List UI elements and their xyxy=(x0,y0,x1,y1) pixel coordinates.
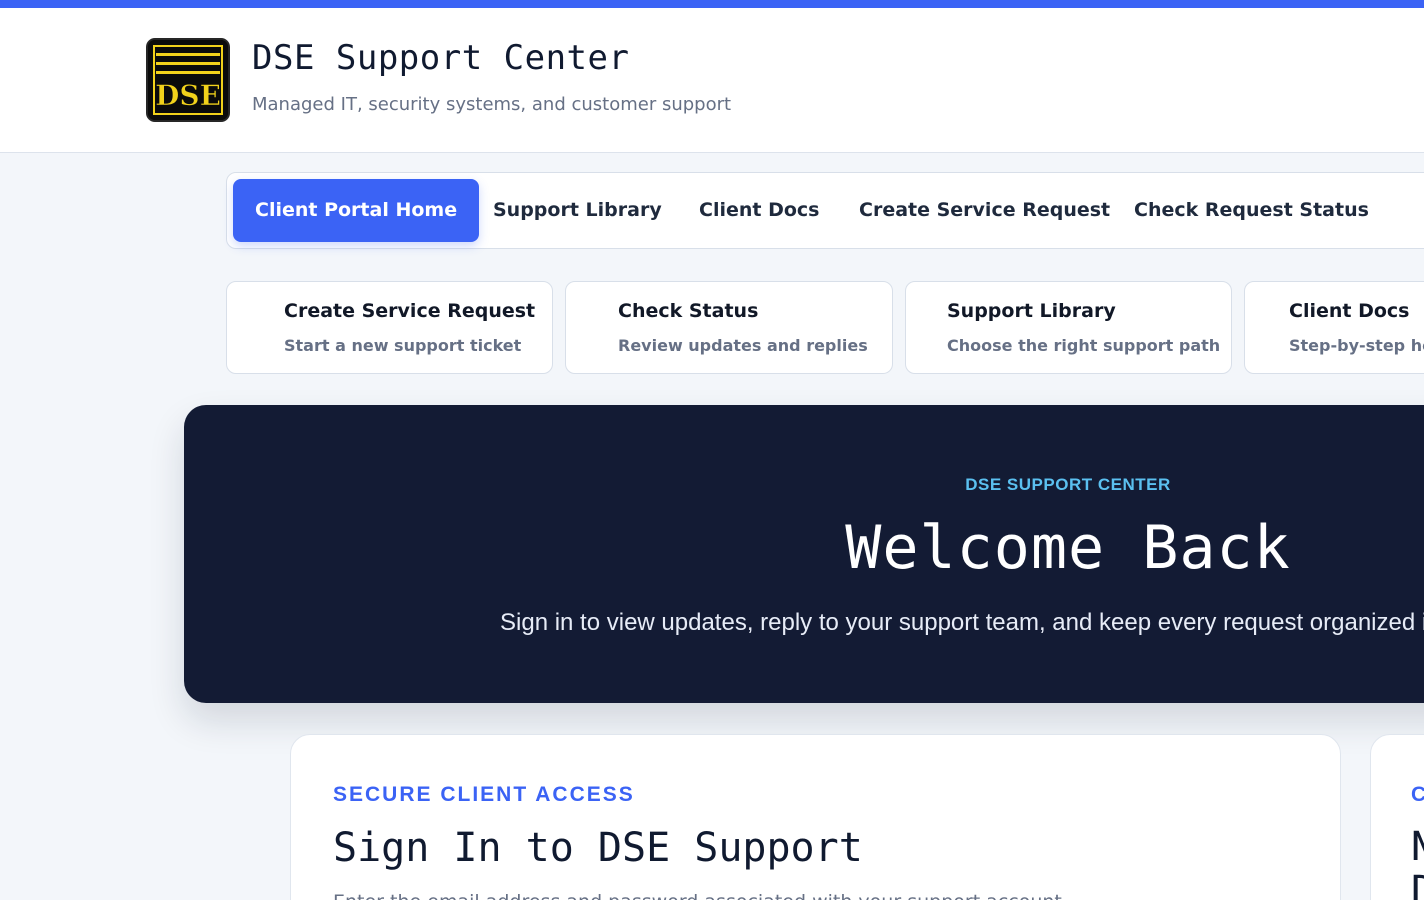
dse-logo-graphic: DSE xyxy=(148,40,228,120)
quick-link-subtitle: Start a new support ticket xyxy=(284,336,522,355)
hero-eyebrow: DSE SUPPORT CENTER xyxy=(965,475,1171,494)
signin-card: SECURE CLIENT ACCESS Sign In to DSE Supp… xyxy=(290,734,1341,900)
hero-banner: DSE SUPPORT CENTER Welcome Back Sign in … xyxy=(184,405,1424,703)
nav-client-portal-home[interactable]: Client Portal Home xyxy=(233,179,480,242)
nav-support-library[interactable]: Support Library xyxy=(471,179,684,242)
quick-link-subtitle: Review updates and replies xyxy=(618,336,868,355)
site-title: DSE Support Center xyxy=(252,38,630,78)
quick-link-subtitle: Step-by-step help xyxy=(1289,336,1424,355)
site-subtitle: Managed IT, security systems, and custom… xyxy=(252,94,732,115)
main-nav: Client Portal Home Support Library Clien… xyxy=(226,172,1424,249)
quick-link-subtitle: Choose the right support path xyxy=(947,336,1221,355)
quick-link-client-docs[interactable]: Client Docs Step-by-step help xyxy=(1244,281,1424,374)
logo-lettering: DSE xyxy=(155,79,221,112)
hero-subtitle: Sign in to view updates, reply to your s… xyxy=(500,609,1424,636)
site-header: DSE DSE Support Center Managed IT, secur… xyxy=(0,8,1424,153)
nav-client-docs[interactable]: Client Docs xyxy=(677,179,841,242)
quick-link-support-library[interactable]: Support Library Choose the right support… xyxy=(905,281,1232,374)
signin-title: Sign In to DSE Support xyxy=(333,825,863,871)
signin-eyebrow: SECURE CLIENT ACCESS xyxy=(333,783,635,806)
quick-link-title: Check Status xyxy=(618,300,759,322)
nav-create-service-request[interactable]: Create Service Request xyxy=(837,179,1132,242)
nav-check-request-status[interactable]: Check Request Status xyxy=(1112,179,1391,242)
page: DSE DSE Support Center Managed IT, secur… xyxy=(0,0,1424,900)
top-accent-bar xyxy=(0,0,1424,8)
quick-link-create-request[interactable]: Create Service Request Start a new suppo… xyxy=(226,281,553,374)
quick-link-title: Create Service Request xyxy=(284,300,536,322)
side-card: C N D xyxy=(1370,734,1424,900)
hero-title: Welcome Back xyxy=(845,513,1291,583)
quick-link-title: Client Docs xyxy=(1289,300,1410,322)
side-card-title: N D xyxy=(1411,825,1424,900)
quick-link-title: Support Library xyxy=(947,300,1116,322)
side-card-eyebrow: C xyxy=(1411,783,1424,807)
signin-description: Enter the email address and password ass… xyxy=(333,891,1068,900)
dse-logo[interactable]: DSE xyxy=(146,38,230,122)
quick-link-check-status[interactable]: Check Status Review updates and replies xyxy=(565,281,893,374)
